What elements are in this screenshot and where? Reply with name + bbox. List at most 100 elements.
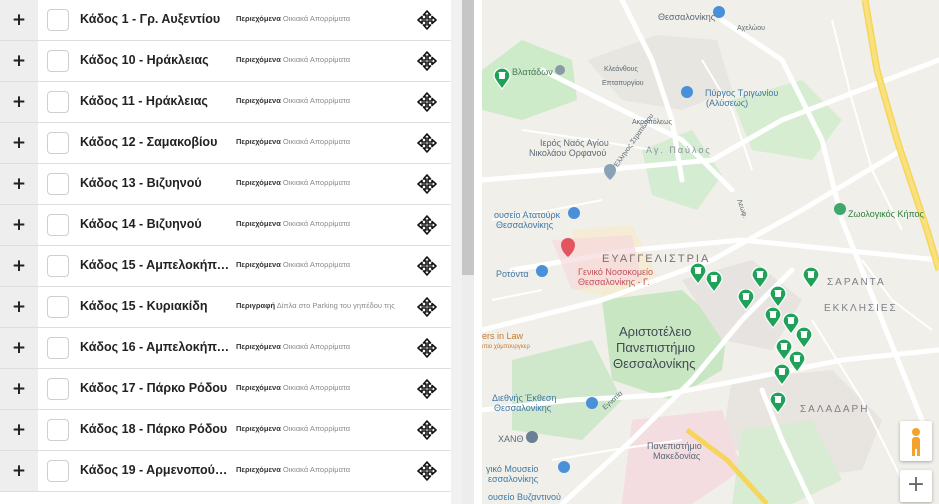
- map[interactable]: Θεσσαλονίκης Βλατάδων Κλεάνθους Επταπυργ…: [482, 0, 939, 504]
- expand-cell[interactable]: +: [0, 246, 38, 286]
- move-icon[interactable]: [417, 10, 437, 30]
- map-label-naos-1: Ιερός Ναός Αγίου: [540, 138, 609, 148]
- map-label-pyrgos-sub: (Αλύσεως): [706, 98, 748, 108]
- plus-icon[interactable]: +: [11, 217, 27, 234]
- row-checkbox[interactable]: [47, 91, 69, 113]
- move-icon[interactable]: [417, 174, 437, 194]
- plus-icon[interactable]: +: [11, 176, 27, 193]
- plus-icon[interactable]: +: [11, 463, 27, 480]
- move-icon[interactable]: [417, 461, 437, 481]
- expand-cell[interactable]: +: [0, 287, 38, 327]
- map-label-in-law-1: ers in Law: [482, 331, 524, 341]
- move-icon[interactable]: [417, 297, 437, 317]
- plus-icon[interactable]: +: [11, 340, 27, 357]
- description-label: Περιεχόμενα: [236, 96, 281, 105]
- row-checkbox[interactable]: [47, 50, 69, 72]
- plus-icon[interactable]: +: [11, 258, 27, 275]
- plus-icon[interactable]: +: [11, 53, 27, 70]
- move-icon[interactable]: [417, 133, 437, 153]
- list-item[interactable]: + Κάδος 12 - Σαμακοβίου Περιεχόμενα Οικιακ…: [0, 123, 451, 164]
- plus-icon[interactable]: +: [11, 381, 27, 398]
- list-item[interactable]: + Κάδος 15 - Κυριακίδη Περιγραφή Δίπλα στο…: [0, 287, 451, 328]
- row-checkbox[interactable]: [47, 419, 69, 441]
- bin-description: Περιεχόμενα Οικιακά Απορρίματα: [236, 14, 414, 28]
- move-icon[interactable]: [417, 215, 437, 235]
- list-item[interactable]: + Κάδος 17 - Πάρκο Ρόδου Περιεχόμενα Οικια…: [0, 369, 451, 410]
- scrollbar-thumb[interactable]: [462, 0, 474, 275]
- bin-marker-icon[interactable]: [773, 363, 791, 387]
- expand-cell[interactable]: +: [0, 369, 38, 409]
- bin-description: Περιεχόμενα Οικιακά Απορρίματα: [236, 219, 414, 233]
- expand-cell[interactable]: +: [0, 328, 38, 368]
- row-checkbox[interactable]: [47, 173, 69, 195]
- move-icon[interactable]: [417, 256, 437, 276]
- scrollbar-track[interactable]: [462, 275, 474, 504]
- plus-icon[interactable]: +: [11, 135, 27, 152]
- row-checkbox[interactable]: [47, 296, 69, 318]
- bin-name: Κάδος 1 - Γρ. Αυξεντίου: [80, 12, 221, 26]
- description-label: Περιγραφή: [236, 301, 276, 310]
- expand-cell[interactable]: +: [0, 410, 38, 450]
- zoom-in-button[interactable]: +: [900, 470, 932, 502]
- move-icon[interactable]: [417, 379, 437, 399]
- bin-description: Περιεχόμενα Οικιακά Απορρίματα: [236, 260, 414, 274]
- row-checkbox[interactable]: [47, 214, 69, 236]
- row-checkbox[interactable]: [47, 132, 69, 154]
- description-value: Οικιακά Απορρίματα: [282, 342, 351, 351]
- expand-cell[interactable]: +: [0, 451, 38, 491]
- map-canvas: Θεσσαλονίκης Βλατάδων Κλεάνθους Επταπυργ…: [482, 0, 939, 504]
- bin-marker-icon[interactable]: [802, 266, 820, 290]
- bin-marker-icon[interactable]: [751, 266, 769, 290]
- plus-icon[interactable]: +: [11, 299, 27, 316]
- bin-marker-icon[interactable]: [764, 306, 782, 330]
- list-item[interactable]: + Κάδος 18 - Πάρκο Ρόδου Περιεχόμενα Οικια…: [0, 410, 451, 451]
- bin-name: Κάδος 17 - Πάρκο Ρόδου: [80, 381, 228, 395]
- row-checkbox[interactable]: [47, 378, 69, 400]
- row-checkbox[interactable]: [47, 337, 69, 359]
- bins-list: + Κάδος 1 - Γρ. Αυξεντίου Περιεχόμενα Οικι…: [0, 0, 462, 504]
- expand-cell[interactable]: +: [0, 164, 38, 204]
- map-label-folk-2: εσσαλονίκης: [488, 474, 539, 484]
- move-icon[interactable]: [417, 338, 437, 358]
- bin-marker-icon[interactable]: [795, 326, 813, 350]
- bin-marker-icon[interactable]: [769, 391, 787, 415]
- bin-marker-icon[interactable]: [769, 285, 787, 309]
- bin-marker-icon[interactable]: [493, 67, 511, 91]
- list-item[interactable]: + Κάδος 1 - Γρ. Αυξεντίου Περιεχόμενα Οικι…: [0, 0, 451, 41]
- bin-description: Περιεχόμενα Οικιακά Απορρίματα: [236, 55, 414, 69]
- map-label-axelou: Αχελώου: [737, 24, 765, 32]
- list-item[interactable]: + Κάδος 13 - Βιζυηνού Περιεχόμενα Οικιακά …: [0, 164, 451, 205]
- expand-cell[interactable]: +: [0, 41, 38, 81]
- move-icon[interactable]: [417, 420, 437, 440]
- list-item[interactable]: + Κάδος 15 - Αμπελοκήπων Περιεχόμενα Οικια…: [0, 246, 451, 287]
- plus-icon[interactable]: +: [11, 94, 27, 111]
- list-item[interactable]: + Κάδος 19 - Αρμενοπούλου Περιεχόμενα Οικι…: [0, 451, 451, 492]
- list-item[interactable]: + Κάδος 11 - Ηράκλειας Περιεχόμενα Οικιακά…: [0, 82, 451, 123]
- row-checkbox[interactable]: [47, 255, 69, 277]
- description-label: Περιεχόμενα: [236, 55, 281, 64]
- description-value: Οικιακά Απορρίματα: [282, 137, 351, 146]
- move-icon[interactable]: [417, 51, 437, 71]
- bin-marker-icon[interactable]: [705, 270, 723, 294]
- bin-marker-icon[interactable]: [737, 288, 755, 312]
- bin-name: Κάδος 10 - Ηράκλειας: [80, 53, 209, 67]
- map-label-rotonda: Ροτόντα: [496, 269, 529, 279]
- expand-cell[interactable]: +: [0, 0, 38, 40]
- plus-icon[interactable]: +: [11, 12, 27, 29]
- expand-cell[interactable]: +: [0, 123, 38, 163]
- expand-cell[interactable]: +: [0, 205, 38, 245]
- street-view-pegman[interactable]: [900, 421, 932, 461]
- row-checkbox[interactable]: [47, 460, 69, 482]
- row-checkbox[interactable]: [47, 9, 69, 31]
- description-label: Περιεχόμενα: [236, 383, 281, 392]
- plus-icon[interactable]: +: [11, 422, 27, 439]
- list-item[interactable]: + Κάδος 16 - Αμπελοκήπων Περιεχόμενα Οικια…: [0, 328, 451, 369]
- move-icon[interactable]: [417, 92, 437, 112]
- description-value: Οικιακά Απορρίματα: [282, 260, 351, 269]
- description-label: Περιεχόμενα: [236, 342, 281, 351]
- map-label-xanth: XANΘ: [498, 434, 524, 444]
- expand-cell[interactable]: +: [0, 82, 38, 122]
- list-item[interactable]: + Κάδος 10 - Ηράκλειας Περιεχόμενα Οικιακά…: [0, 41, 451, 82]
- list-item[interactable]: + Κάδος 14 - Βιζυηνού Περιεχόμενα Οικιακά …: [0, 205, 451, 246]
- map-label-vlatadon: Βλατάδων: [512, 67, 553, 77]
